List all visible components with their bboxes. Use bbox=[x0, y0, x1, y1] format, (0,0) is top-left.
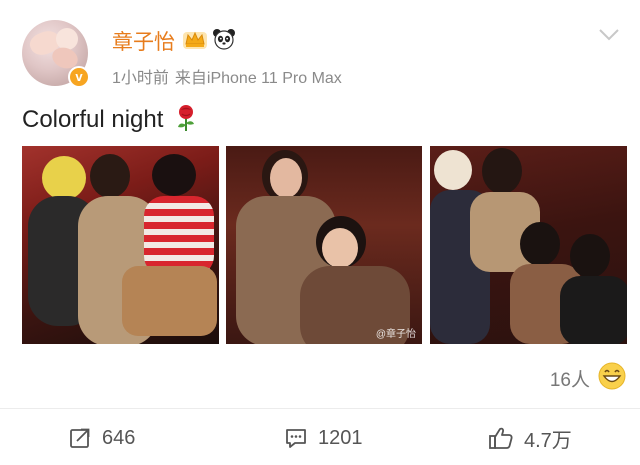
photo-1[interactable] bbox=[22, 146, 219, 344]
like-button[interactable]: 4.7万 bbox=[488, 420, 572, 456]
chevron-down-icon[interactable] bbox=[598, 28, 620, 42]
like-count: 4.7万 bbox=[524, 429, 572, 452]
post-text-content: Colorful night bbox=[22, 106, 164, 133]
post-meta: 1小时前 来自iPhone 11 Pro Max bbox=[112, 64, 342, 88]
repost-button[interactable]: 646 bbox=[68, 420, 135, 456]
repost-count: 646 bbox=[102, 426, 136, 449]
action-bar: 646 1201 4.7万 bbox=[0, 420, 640, 456]
comment-count: 1201 bbox=[318, 426, 363, 449]
post-time: 1小时前 bbox=[112, 70, 169, 87]
post-header: v 章子怡 1小时前 来自iPhone 11 Pro Max bbox=[22, 20, 622, 90]
crown-icon[interactable] bbox=[182, 28, 208, 50]
post-source[interactable]: 来自iPhone 11 Pro Max bbox=[175, 70, 342, 87]
photo-watermark: @章子怡 bbox=[375, 329, 416, 340]
photo-grid: @章子怡 bbox=[22, 146, 627, 344]
reaction-count: 16人 bbox=[549, 370, 590, 391]
verified-badge-icon: v bbox=[68, 66, 90, 88]
post-text: Colorful night bbox=[22, 104, 198, 134]
repost-icon bbox=[70, 428, 90, 448]
comment-button[interactable]: 1201 bbox=[284, 420, 363, 456]
panda-icon[interactable] bbox=[212, 28, 236, 50]
author-name[interactable]: 章子怡 bbox=[112, 26, 175, 56]
photo-2[interactable]: @章子怡 bbox=[226, 146, 422, 344]
photo-3[interactable] bbox=[430, 146, 627, 344]
divider bbox=[0, 408, 640, 409]
grin-emoji-icon bbox=[598, 362, 626, 390]
like-icon bbox=[489, 427, 513, 449]
comment-icon bbox=[286, 429, 306, 448]
rose-icon bbox=[178, 105, 195, 131]
